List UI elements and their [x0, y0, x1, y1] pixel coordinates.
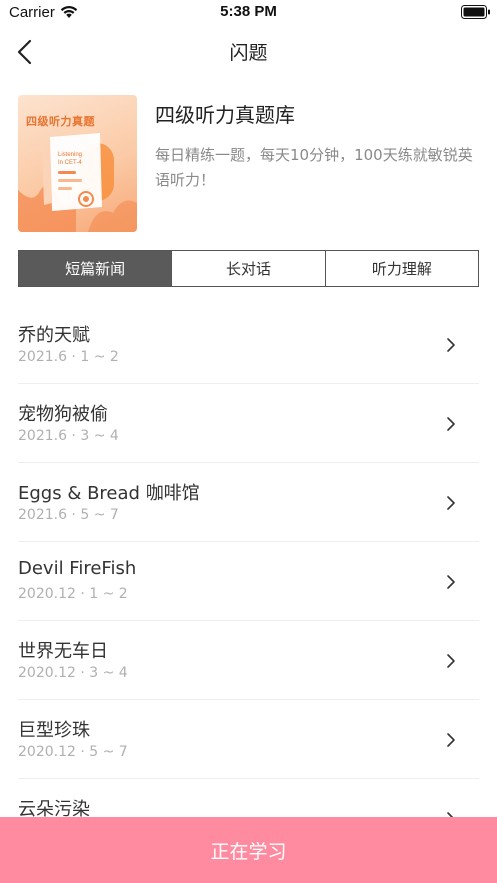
item-title: 世界无车日: [18, 641, 108, 662]
list-item[interactable]: Eggs & Bread 咖啡馆 2021.6 · 5 ~ 7: [18, 463, 479, 542]
item-subtitle: 2020.12 · 1 ~ 2: [18, 586, 128, 602]
item-title: 巨型珍珠: [18, 720, 90, 741]
chevron-right-icon: [447, 733, 455, 747]
book-cover: 四级听力真题 Listening In CET-4: [18, 95, 137, 232]
item-title: Eggs & Bread 咖啡馆: [18, 483, 200, 504]
clock: 5:38 PM: [220, 3, 277, 20]
nav-bar: 闪题: [0, 26, 497, 76]
tab-long-dialogue[interactable]: 长对话: [172, 251, 326, 286]
item-title: Devil FireFish: [18, 558, 137, 579]
list-item[interactable]: Devil FireFish 2020.12 · 1 ~ 2: [18, 542, 479, 621]
page-title: 闪题: [229, 42, 268, 64]
item-title: 宠物狗被偷: [18, 404, 108, 425]
lesson-list: 乔的天赋 2021.6 · 1 ~ 2 宠物狗被偷 2021.6 · 3 ~ 4…: [0, 305, 497, 858]
book-description: 每日精练一题，每天10分钟，100天练就敏锐英语听力！: [155, 146, 473, 189]
tab-listening-comprehension[interactable]: 听力理解: [326, 251, 478, 286]
tab-short-news[interactable]: 短篇新闻: [19, 251, 173, 286]
item-subtitle: 2020.12 · 3 ~ 4: [18, 665, 128, 681]
book-title: 四级听力真题库: [155, 103, 295, 127]
item-subtitle: 2021.6 · 5 ~ 7: [18, 507, 119, 523]
chevron-right-icon: [447, 654, 455, 668]
battery-icon: [461, 5, 490, 19]
now-studying-button[interactable]: 正在学习: [0, 817, 497, 883]
cover-caption-line: Listening: [58, 152, 83, 158]
chevron-right-icon: [447, 417, 455, 431]
category-tabs: 短篇新闻 长对话 听力理解: [18, 250, 479, 287]
chevron-right-icon: [447, 575, 455, 589]
status-bar: Carrier 5:38 PM: [0, 0, 497, 26]
item-subtitle: 2021.6 · 1 ~ 2: [18, 349, 119, 365]
list-item[interactable]: 乔的天赋 2021.6 · 1 ~ 2: [18, 305, 479, 384]
chevron-right-icon: [447, 496, 455, 510]
item-subtitle: 2021.6 · 3 ~ 4: [18, 428, 119, 444]
item-title: 乔的天赋: [18, 325, 90, 346]
item-subtitle: 2020.12 · 5 ~ 7: [18, 744, 128, 760]
chevron-right-icon: [447, 338, 455, 352]
list-item[interactable]: 世界无车日 2020.12 · 3 ~ 4: [18, 621, 479, 700]
cover-caption: Listening In CET-4: [58, 151, 82, 167]
cover-caption-line: In CET-4: [58, 160, 82, 166]
list-item[interactable]: 巨型珍珠 2020.12 · 5 ~ 7: [18, 700, 479, 779]
list-item[interactable]: 宠物狗被偷 2021.6 · 3 ~ 4: [18, 384, 479, 463]
